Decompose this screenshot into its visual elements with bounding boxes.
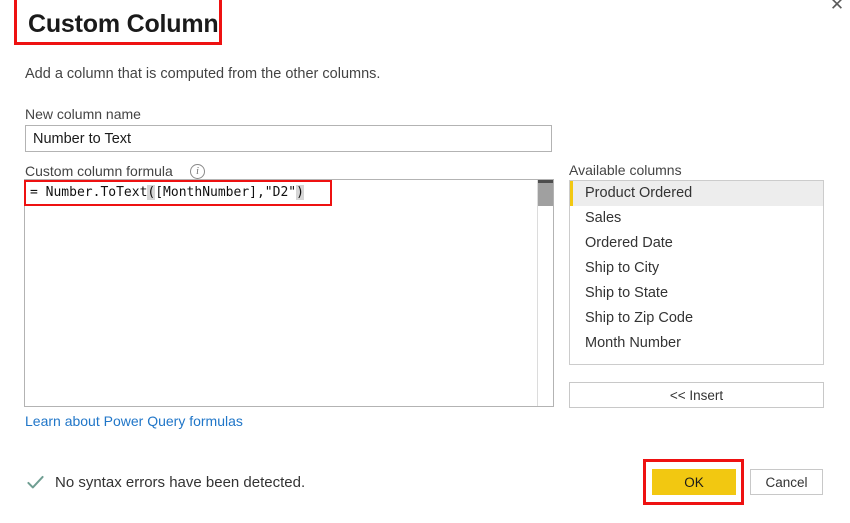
checkmark-icon: [27, 475, 44, 489]
syntax-status: No syntax errors have been detected.: [26, 473, 305, 492]
available-columns-label: Available columns: [569, 162, 682, 178]
available-columns-list[interactable]: Product Ordered Sales Ordered Date Ship …: [569, 180, 824, 365]
formula-editor[interactable]: = Number.ToText([MonthNumber],"D2"): [24, 179, 554, 407]
custom-column-dialog: ✕ Custom Column Add a column that is com…: [0, 0, 850, 523]
formula-scrollbar-thumb[interactable]: [538, 180, 553, 206]
list-item[interactable]: Product Ordered: [570, 181, 823, 206]
list-item[interactable]: Month Number: [570, 331, 823, 356]
dialog-description: Add a column that is computed from the o…: [25, 66, 381, 82]
new-column-name-input[interactable]: [25, 125, 552, 152]
formula-scrollbar[interactable]: [537, 180, 553, 406]
custom-column-formula-label: Custom column formula: [25, 163, 173, 179]
list-item[interactable]: Ordered Date: [570, 231, 823, 256]
list-item[interactable]: Sales: [570, 206, 823, 231]
list-item[interactable]: Ship to City: [570, 256, 823, 281]
cancel-button[interactable]: Cancel: [750, 469, 823, 495]
formula-close-paren: ): [296, 185, 304, 200]
learn-power-query-link[interactable]: Learn about Power Query formulas: [25, 413, 243, 429]
close-icon[interactable]: ✕: [825, 0, 849, 16]
formula-text: = Number.ToText([MonthNumber],"D2"): [30, 184, 304, 202]
info-icon[interactable]: i: [190, 164, 205, 179]
formula-text-prefix: = Number.ToText: [30, 185, 148, 200]
insert-button[interactable]: << Insert: [569, 382, 824, 408]
syntax-status-text: No syntax errors have been detected.: [55, 474, 306, 491]
list-item[interactable]: Ship to State: [570, 281, 823, 306]
ok-button[interactable]: OK: [652, 469, 736, 495]
list-item[interactable]: Ship to Zip Code: [570, 306, 823, 331]
page-title: Custom Column: [28, 10, 219, 38]
formula-text-middle: [MonthNumber],"D2": [155, 185, 297, 200]
new-column-name-label: New column name: [25, 106, 141, 122]
